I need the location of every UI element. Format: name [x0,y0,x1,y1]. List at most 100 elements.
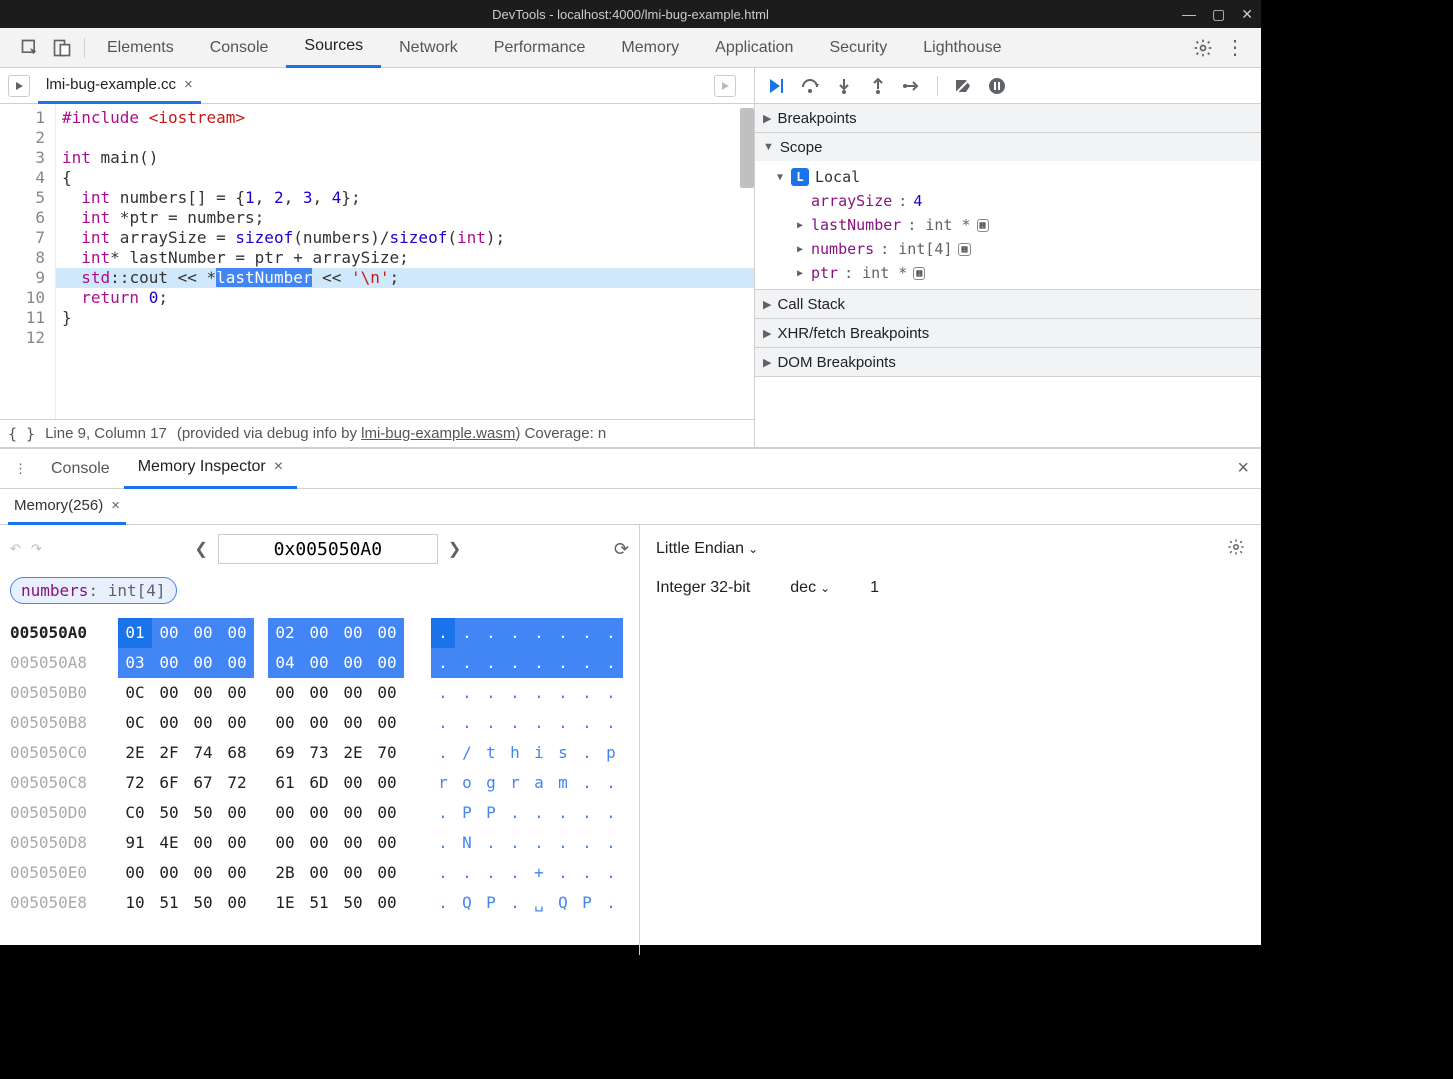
hex-byte[interactable]: 91 [118,828,152,858]
ascii-char[interactable]: . [479,708,503,738]
code-line[interactable]: #include <iostream> [56,108,754,128]
deactivate-breakpoints-icon[interactable] [954,77,972,95]
kebab-menu-icon[interactable]: ⋮ [1225,35,1245,60]
tab-performance[interactable]: Performance [476,28,604,68]
ascii-char[interactable]: g [479,768,503,798]
hex-byte[interactable]: 00 [220,888,254,918]
console-tab[interactable]: Console [37,449,124,489]
hex-byte[interactable]: 10 [118,888,152,918]
settings-icon[interactable] [1193,38,1213,58]
hex-byte[interactable]: 00 [186,708,220,738]
inspect-icon[interactable] [20,38,40,58]
minimize-icon[interactable]: — [1182,6,1196,22]
wasm-link[interactable]: lmi-bug-example.wasm [361,425,515,442]
hex-byte[interactable]: 00 [370,798,404,828]
scope-header[interactable]: ▼ Scope [755,133,1261,161]
undo-icon[interactable]: ↶ [10,541,21,557]
ascii-char[interactable]: . [551,618,575,648]
step-into-icon[interactable] [835,77,853,95]
hex-byte[interactable]: 00 [302,678,336,708]
scope-local[interactable]: ▼ L Local [775,165,1261,189]
ascii-char[interactable]: . [503,648,527,678]
ascii-char[interactable]: . [551,798,575,828]
hex-byte[interactable]: 00 [336,768,370,798]
ascii-char[interactable]: . [599,798,623,828]
hex-byte[interactable]: 00 [370,858,404,888]
hex-byte[interactable]: 00 [370,618,404,648]
hex-byte[interactable]: 00 [152,708,186,738]
gutter-line[interactable]: 6 [0,208,45,228]
ascii-char[interactable]: . [503,828,527,858]
ascii-char[interactable]: . [503,708,527,738]
hex-byte[interactable]: 50 [186,888,220,918]
variable-chip[interactable]: numbers: int[4] [10,577,177,604]
ascii-char[interactable]: . [479,828,503,858]
hex-row[interactable]: 005050B80C00000000000000........ [10,708,629,738]
hex-byte[interactable]: 00 [370,888,404,918]
ascii-char[interactable]: . [551,678,575,708]
hex-byte[interactable]: 00 [220,828,254,858]
ascii-char[interactable]: . [599,648,623,678]
pretty-print-toggle[interactable] [714,75,736,97]
ascii-char[interactable]: a [527,768,551,798]
ascii-char[interactable]: . [431,618,455,648]
hex-byte[interactable]: 50 [336,888,370,918]
memory-icon[interactable]: ▦ [958,243,970,256]
hex-byte[interactable]: 69 [268,738,302,768]
hex-byte[interactable]: 02 [268,618,302,648]
hex-byte[interactable]: 2B [268,858,302,888]
hex-byte[interactable]: 73 [302,738,336,768]
hex-view[interactable]: 005050A00100000002000000........005050A8… [0,608,639,928]
gutter-line[interactable]: 2 [0,128,45,148]
hex-byte[interactable]: 51 [152,888,186,918]
gutter-line[interactable]: 4 [0,168,45,188]
callstack-header[interactable]: ▶ Call Stack [755,290,1261,318]
hex-byte[interactable]: 00 [302,648,336,678]
hex-row[interactable]: 005050E0000000002B000000....+... [10,858,629,888]
ascii-char[interactable]: o [455,768,479,798]
ascii-char[interactable]: . [527,678,551,708]
scope-var[interactable]: ▶ptr: int *▦ [795,261,1261,285]
dom-breakpoints-header[interactable]: ▶ DOM Breakpoints [755,348,1261,376]
redo-icon[interactable]: ↷ [31,541,42,557]
gutter-line[interactable]: 5 [0,188,45,208]
code-line[interactable]: { [56,168,754,188]
hex-byte[interactable]: 74 [186,738,220,768]
base-select[interactable]: dec ⌄ [790,579,830,597]
ascii-char[interactable]: . [503,798,527,828]
gutter-line[interactable]: 3 [0,148,45,168]
hex-byte[interactable]: 00 [220,678,254,708]
hex-row[interactable]: 005050A80300000004000000........ [10,648,629,678]
hex-row[interactable]: 005050D8914E000000000000.N...... [10,828,629,858]
hex-byte[interactable]: 00 [302,708,336,738]
close-icon[interactable]: ✕ [1241,6,1253,23]
ascii-char[interactable]: . [503,888,527,918]
ascii-char[interactable]: . [527,648,551,678]
tab-memory[interactable]: Memory [603,28,697,68]
close-tab-icon[interactable]: × [274,458,283,476]
scope-var[interactable]: arraySize: 4 [795,189,1261,213]
ascii-char[interactable]: . [479,648,503,678]
ascii-char[interactable]: . [527,708,551,738]
ascii-char[interactable]: . [455,648,479,678]
hex-byte[interactable]: 0C [118,678,152,708]
gutter-line[interactable]: 11 [0,308,45,328]
hex-byte[interactable]: 00 [152,618,186,648]
ascii-char[interactable]: . [455,708,479,738]
gutter-line[interactable]: 10 [0,288,45,308]
code-line[interactable]: int *ptr = numbers; [56,208,754,228]
hex-row[interactable]: 005050C8726F6772616D0000rogram.. [10,768,629,798]
ascii-char[interactable]: i [527,738,551,768]
hex-byte[interactable]: 00 [186,648,220,678]
ascii-char[interactable]: . [575,768,599,798]
ascii-char[interactable]: . [527,618,551,648]
code-line[interactable]: int* lastNumber = ptr + arraySize; [56,248,754,268]
tab-elements[interactable]: Elements [89,28,192,68]
device-icon[interactable] [52,38,72,58]
hex-row[interactable]: 005050D0C050500000000000.PP..... [10,798,629,828]
ascii-char[interactable]: . [431,678,455,708]
ascii-char[interactable]: . [551,708,575,738]
hex-byte[interactable]: 4E [152,828,186,858]
ascii-char[interactable]: . [575,648,599,678]
hex-byte[interactable]: 2E [118,738,152,768]
